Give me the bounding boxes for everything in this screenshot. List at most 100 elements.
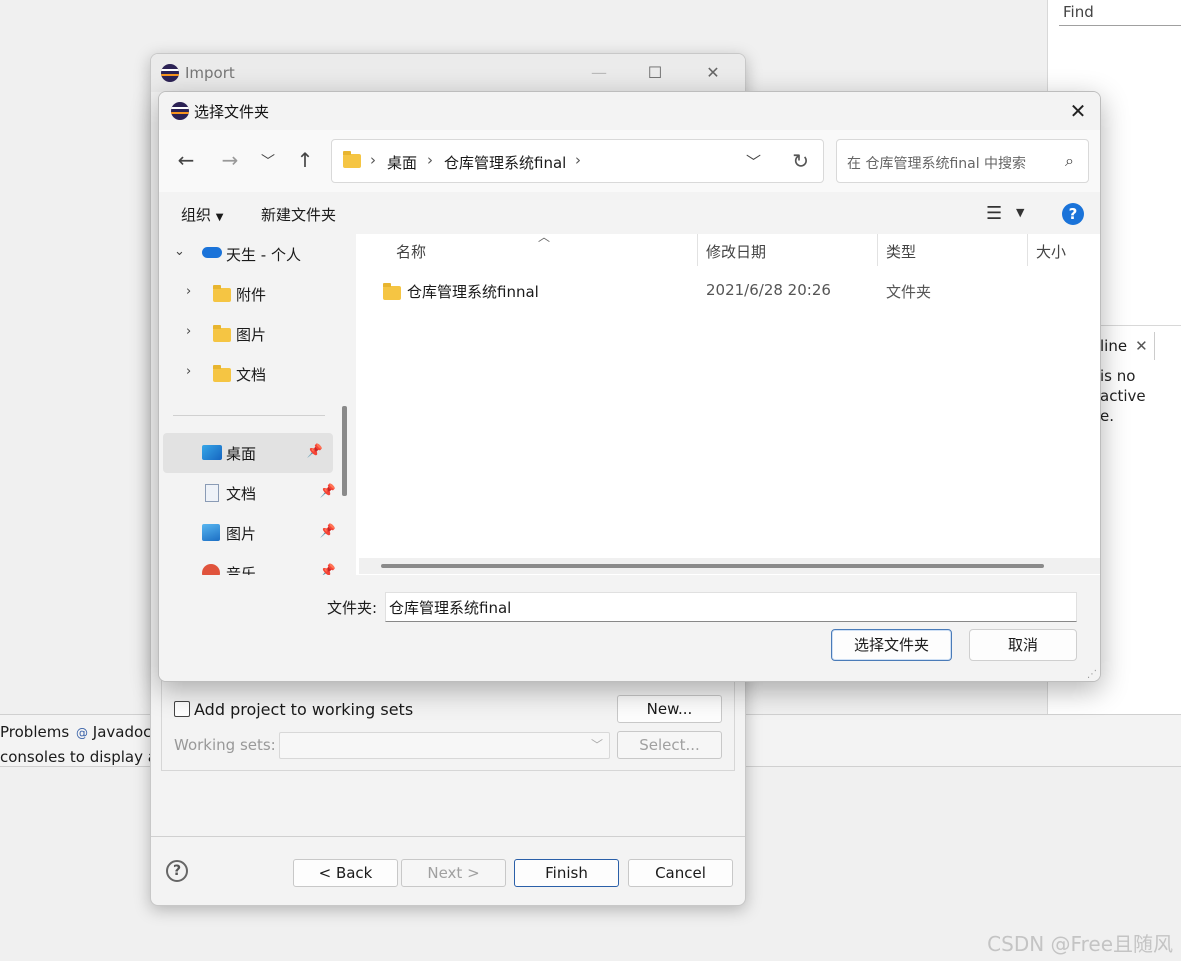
- sidebar-item-music[interactable]: 音乐 📌: [160, 553, 346, 575]
- sort-ascending-icon: ︿: [538, 230, 551, 244]
- sidebar-item-label: 桌面: [226, 445, 257, 463]
- minimize-icon[interactable]: —: [579, 60, 619, 86]
- sidebar-item-pictures[interactable]: 图片 📌: [160, 513, 346, 553]
- add-to-working-sets-checkbox[interactable]: [174, 701, 190, 717]
- column-header-type[interactable]: 类型: [886, 241, 916, 262]
- chevron-right-icon[interactable]: ›: [186, 364, 191, 379]
- sidebar-item-documents[interactable]: 文档 📌: [160, 473, 346, 513]
- next-button[interactable]: Next >: [401, 859, 506, 887]
- folder-name-input[interactable]: 仓库管理系统final: [385, 592, 1077, 622]
- cancel-button[interactable]: Cancel: [628, 859, 733, 887]
- tab-outline[interactable]: line ✕: [1098, 332, 1155, 360]
- organize-menu[interactable]: 组织 ▼: [181, 204, 224, 225]
- chevron-right-icon[interactable]: ›: [186, 324, 191, 339]
- scrollbar[interactable]: [342, 406, 347, 496]
- sidebar-item-pictures-folder[interactable]: › 图片: [160, 314, 346, 354]
- refresh-icon[interactable]: ↻: [792, 149, 809, 173]
- new-folder-button[interactable]: 新建文件夹: [261, 204, 336, 225]
- column-header-name[interactable]: 名称: [396, 241, 426, 262]
- breadcrumb-separator-icon[interactable]: ›: [575, 151, 581, 169]
- search-input[interactable]: 在 仓库管理系统final 中搜索: [847, 153, 1026, 173]
- chevron-down-icon[interactable]: ⌄: [174, 244, 185, 259]
- sidebar-item-label: 音乐: [226, 565, 257, 575]
- picker-titlebar: 选择文件夹 ✕: [159, 92, 1100, 130]
- file-name: 仓库管理系统finnal: [407, 283, 539, 301]
- import-titlebar: Import — ☐ ✕: [151, 54, 745, 92]
- working-sets-label: Working sets:: [174, 736, 276, 754]
- address-bar[interactable]: › 桌面 › 仓库管理系统final › ﹀ ↻: [331, 139, 824, 183]
- pictures-icon: [202, 524, 220, 541]
- sidebar-item-documents-folder[interactable]: › 文档: [160, 354, 346, 394]
- chevron-down-icon: ﹀: [590, 738, 603, 752]
- sidebar-item-label: 文档: [226, 485, 257, 503]
- tab-javadoc[interactable]: @ Javadoc: [76, 723, 151, 741]
- help-icon[interactable]: ?: [1062, 203, 1084, 225]
- maximize-icon[interactable]: ☐: [635, 60, 675, 86]
- close-icon[interactable]: ✕: [693, 60, 733, 86]
- sidebar-item-attachments[interactable]: › 附件: [160, 274, 346, 314]
- javadoc-label: Javadoc: [92, 723, 152, 741]
- eclipse-logo-icon: [161, 64, 179, 82]
- pin-icon[interactable]: 📌: [320, 524, 336, 539]
- search-icon: ⌕: [1065, 151, 1074, 170]
- tab-problems[interactable]: Problems: [0, 723, 69, 741]
- sidebar-item-onedrive[interactable]: ⌄ 天生 - 个人: [160, 234, 346, 274]
- folder-icon: [383, 283, 401, 300]
- chevron-down-icon: ▼: [215, 212, 224, 223]
- folder-icon: [213, 285, 231, 302]
- sidebar-item-label: 图片: [226, 525, 257, 543]
- document-icon: [205, 484, 219, 502]
- view-options-icon[interactable]: ☰: [986, 203, 1002, 224]
- search-box[interactable]: 在 仓库管理系统final 中搜索 ⌕: [836, 139, 1089, 183]
- recent-locations-chevron-icon[interactable]: ﹀: [256, 151, 280, 171]
- close-icon[interactable]: ✕: [1064, 97, 1092, 125]
- breadcrumb-desktop[interactable]: 桌面: [387, 152, 417, 173]
- pin-icon[interactable]: 📌: [307, 444, 323, 459]
- watermark: CSDN @Free且随风: [987, 932, 1173, 956]
- scrollbar-thumb[interactable]: [381, 564, 1044, 568]
- address-dropdown-chevron-icon[interactable]: ﹀: [746, 151, 761, 172]
- select-working-set-button[interactable]: Select...: [617, 731, 722, 759]
- navigation-pane: ⌄ 天生 - 个人 › 附件 › 图片 › 文档 桌面 📌 文档 �: [160, 234, 354, 575]
- sidebar-item-label: 附件: [236, 286, 267, 304]
- chevron-down-icon[interactable]: ▼: [1016, 206, 1024, 219]
- breadcrumb-separator-icon[interactable]: ›: [427, 151, 433, 169]
- select-folder-button[interactable]: 选择文件夹: [831, 629, 952, 661]
- file-type: 文件夹: [886, 283, 932, 301]
- close-icon[interactable]: ✕: [1135, 337, 1148, 355]
- column-header-size[interactable]: 大小: [1036, 241, 1066, 262]
- pin-icon[interactable]: 📌: [320, 564, 336, 575]
- table-row[interactable]: 仓库管理系统finnal 2021/6/28 20:26 文件夹: [356, 276, 1100, 306]
- onedrive-icon: [202, 247, 222, 258]
- sidebar-item-label: 文档: [236, 366, 267, 384]
- sidebar-item-label: 图片: [236, 326, 267, 344]
- sidebar-item-desktop[interactable]: 桌面 📌: [163, 433, 333, 473]
- breadcrumb-separator-icon[interactable]: ›: [370, 151, 376, 169]
- forward-arrow-icon[interactable]: →: [218, 148, 242, 172]
- folder-icon: [343, 151, 361, 168]
- chevron-right-icon[interactable]: ›: [186, 284, 191, 299]
- column-header-modified[interactable]: 修改日期: [706, 241, 766, 262]
- console-message: consoles to display at: [0, 748, 163, 766]
- find-input[interactable]: Find: [1059, 0, 1181, 26]
- breadcrumb-current-folder[interactable]: 仓库管理系统final: [444, 152, 566, 173]
- eclipse-logo-icon: [171, 102, 189, 120]
- new-working-set-button[interactable]: New...: [617, 695, 722, 723]
- resize-grip-icon[interactable]: ⋰: [1087, 669, 1097, 680]
- picker-title: 选择文件夹: [194, 103, 270, 121]
- divider: [173, 415, 325, 416]
- working-sets-select[interactable]: ﹀: [279, 732, 610, 759]
- up-arrow-icon[interactable]: ↑: [293, 148, 317, 172]
- pin-icon[interactable]: 📌: [320, 484, 336, 499]
- outline-message-line1: is no active: [1100, 367, 1146, 405]
- column-divider[interactable]: [1027, 234, 1028, 266]
- finish-button[interactable]: Finish: [514, 859, 619, 887]
- help-icon[interactable]: ?: [166, 860, 188, 882]
- command-bar: 组织 ▼ 新建文件夹 ☰ ▼ ?: [159, 192, 1100, 234]
- cancel-button[interactable]: 取消: [969, 629, 1077, 661]
- column-divider[interactable]: [697, 234, 698, 266]
- back-arrow-icon[interactable]: ←: [174, 148, 198, 172]
- column-divider[interactable]: [877, 234, 878, 266]
- folder-icon: [213, 325, 231, 342]
- back-button[interactable]: < Back: [293, 859, 398, 887]
